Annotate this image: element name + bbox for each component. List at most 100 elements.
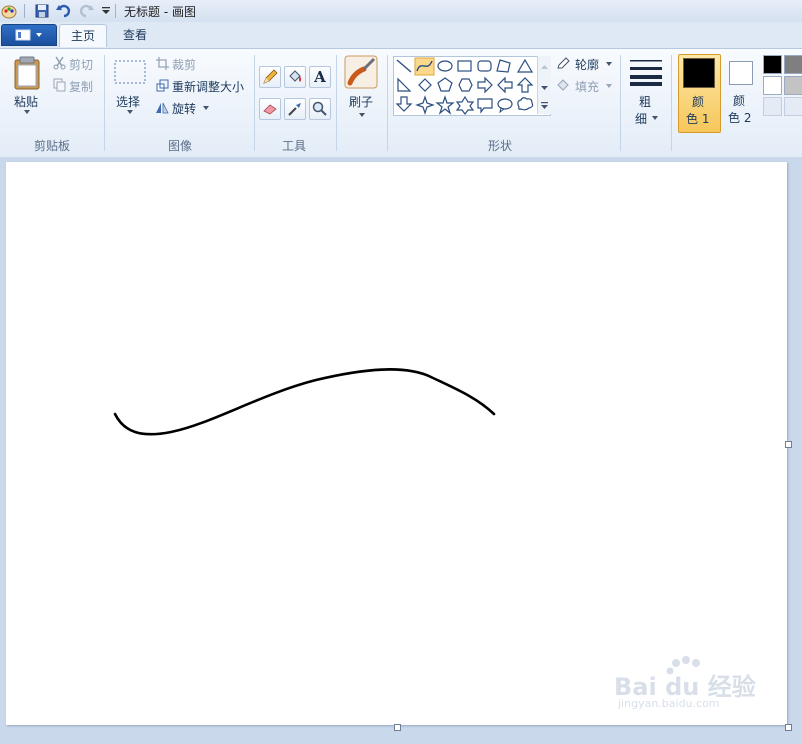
redo-icon[interactable] — [77, 2, 95, 20]
polygon-shape-icon[interactable] — [496, 59, 511, 73]
scroll-down-icon[interactable] — [541, 86, 548, 90]
window-title: 无标题 - 画图 — [124, 5, 196, 19]
customize-dropdown-icon[interactable] — [97, 2, 115, 20]
brushes-label: 刷子 — [349, 95, 374, 109]
rounded-rectangle-shape-icon[interactable] — [477, 60, 492, 72]
pencil-tool[interactable] — [259, 66, 281, 88]
magnifier-tool[interactable] — [309, 98, 331, 120]
triangle-shape-icon[interactable] — [516, 58, 534, 73]
drawn-curve — [113, 368, 496, 436]
five-point-star-shape-icon[interactable] — [435, 95, 455, 115]
fill-button[interactable]: 填充 — [556, 77, 614, 95]
color-1-label-line1: 颜 — [692, 95, 705, 109]
diamond-shape-icon[interactable] — [418, 78, 432, 92]
crop-label: 裁剪 — [172, 58, 197, 72]
copy-label: 复制 — [69, 80, 94, 94]
outline-button[interactable]: 轮廓 — [556, 55, 614, 73]
undo-icon[interactable] — [55, 2, 73, 20]
shapes-group-label: 形状 — [487, 139, 512, 153]
color-picker-icon — [288, 103, 301, 116]
cut-button[interactable]: 剪切 — [52, 55, 98, 73]
rect-callout-shape-icon[interactable] — [477, 98, 493, 114]
curve-shape-icon[interactable] — [414, 57, 435, 76]
resize-button[interactable]: 重新调整大小 — [155, 77, 249, 95]
save-icon[interactable] — [33, 2, 51, 20]
group-divider — [387, 55, 388, 151]
tab-view[interactable]: 查看 — [112, 24, 158, 46]
fill-label: 填充 — [575, 80, 600, 94]
magnifier-icon — [312, 101, 327, 116]
right-arrow-shape-icon[interactable] — [477, 76, 493, 94]
crop-icon — [155, 56, 169, 70]
size-label-line2: 细 — [635, 112, 648, 126]
palette-swatch[interactable] — [784, 55, 802, 74]
resize-icon — [155, 78, 169, 92]
oval-shape-icon[interactable] — [437, 60, 453, 72]
fill-tool[interactable] — [284, 66, 306, 88]
paste-icon — [10, 55, 44, 91]
palette-swatch[interactable] — [763, 76, 782, 95]
select-button[interactable]: 选择 — [110, 91, 150, 121]
rotate-label: 旋转 — [172, 102, 197, 116]
up-arrow-shape-icon[interactable] — [516, 77, 534, 93]
pencil-icon — [263, 69, 278, 84]
size-label-line1: 粗 — [639, 95, 652, 109]
four-point-star-shape-icon[interactable] — [415, 95, 435, 115]
color-picker-tool[interactable] — [284, 98, 306, 120]
color-1-swatch — [683, 58, 715, 88]
palette-swatch[interactable] — [784, 76, 802, 95]
paste-button[interactable]: 粘贴 — [6, 91, 48, 121]
scissors-icon — [52, 56, 66, 70]
hexagon-shape-icon[interactable] — [458, 78, 473, 92]
line-shape-icon[interactable] — [396, 59, 412, 73]
drawing-canvas[interactable] — [6, 162, 787, 725]
rotate-icon — [155, 100, 169, 114]
brushes-button[interactable]: 刷子 — [341, 55, 381, 129]
pentagon-shape-icon[interactable] — [437, 77, 453, 92]
oval-callout-shape-icon[interactable] — [497, 98, 513, 114]
outline-icon — [556, 56, 572, 70]
shape-fill-icon — [556, 78, 572, 92]
rotate-button[interactable]: 旋转 — [155, 99, 215, 117]
tools-group-label: 工具 — [281, 139, 306, 153]
color-1-label-line2: 色 1 — [686, 112, 710, 126]
eraser-tool[interactable] — [259, 98, 281, 120]
color-2-swatch — [729, 61, 753, 85]
right-triangle-shape-icon[interactable] — [397, 77, 412, 92]
copy-icon — [52, 78, 66, 92]
paint-menu-button[interactable] — [1, 24, 57, 46]
paint-app-icon[interactable] — [0, 2, 18, 20]
palette-empty-swatch[interactable] — [763, 97, 782, 116]
resize-handle-corner[interactable] — [785, 724, 792, 731]
ribbon-tab-bar: 主页 查看 — [0, 22, 802, 48]
gallery-expand-icon[interactable] — [541, 102, 548, 104]
tab-home-label: 主页 — [70, 29, 95, 43]
scroll-up-icon[interactable] — [541, 65, 548, 69]
line-width-icon — [629, 57, 663, 87]
down-arrow-shape-icon[interactable] — [395, 96, 413, 112]
color-2-button[interactable]: 颜 色 2 — [722, 54, 760, 131]
six-point-star-shape-icon[interactable] — [455, 95, 475, 115]
palette-empty-swatch[interactable] — [784, 97, 802, 116]
tab-view-label: 查看 — [122, 28, 147, 42]
crop-button[interactable]: 裁剪 — [155, 55, 205, 73]
cloud-callout-shape-icon[interactable] — [517, 97, 534, 111]
left-arrow-shape-icon[interactable] — [497, 76, 513, 94]
resize-label: 重新调整大小 — [172, 80, 245, 94]
resize-handle-right[interactable] — [785, 441, 792, 448]
shapes-gallery-scrollbar[interactable] — [537, 56, 551, 114]
size-button[interactable]: 粗 细 — [626, 55, 666, 131]
color-1-button[interactable]: 颜 色 1 — [678, 54, 721, 133]
select-icon — [113, 59, 147, 85]
resize-handle-bottom[interactable] — [394, 724, 401, 731]
rectangle-shape-icon[interactable] — [457, 60, 472, 72]
copy-button[interactable]: 复制 — [52, 77, 98, 95]
text-icon: A — [314, 68, 326, 86]
palette-swatch[interactable] — [763, 55, 782, 74]
shapes-gallery — [393, 56, 551, 116]
paste-label: 粘贴 — [14, 95, 39, 109]
text-tool[interactable]: A — [309, 66, 331, 88]
fill-icon — [289, 70, 301, 82]
clipboard-group-label: 剪贴板 — [33, 139, 70, 153]
tab-home[interactable]: 主页 — [59, 24, 107, 47]
